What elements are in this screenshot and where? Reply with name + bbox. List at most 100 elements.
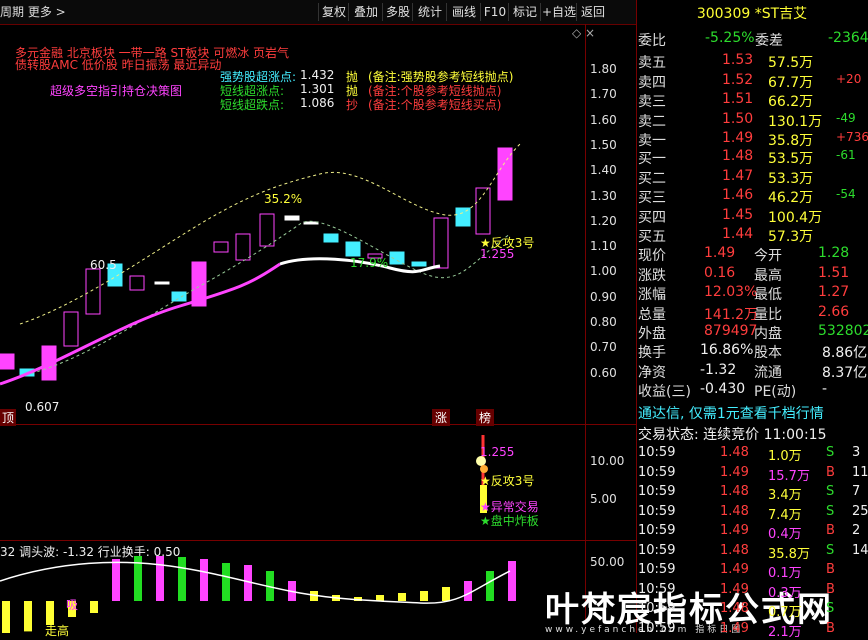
candle [154, 281, 170, 285]
oscillator-panel [0, 556, 516, 633]
stat-value: 8.86亿 [822, 345, 868, 361]
trade-price: 1.49 [720, 464, 749, 480]
trade-volume: 7.4万 [768, 507, 802, 523]
stat-value: 1.28 [818, 245, 850, 261]
buy-price: 1.45 [722, 206, 754, 223]
buy-volume: 53.3万 [768, 170, 814, 187]
price-axis-divider [585, 24, 586, 624]
sell-level-label: 卖一 [638, 133, 666, 149]
trade-side: B [826, 562, 835, 577]
sell-level-label: 卖三 [638, 94, 666, 110]
weibi-label: 委比 [638, 33, 666, 49]
pct-label: 17.9% [350, 256, 389, 270]
toolbar-button[interactable]: 画线 [446, 3, 481, 21]
trade-time: 10:59 [638, 542, 676, 558]
price-y-tick: 0.90 [590, 289, 617, 304]
price-y-tick: 1.80 [590, 62, 617, 76]
stat-value: 0.16 [704, 264, 736, 281]
candle [433, 217, 449, 269]
candle [323, 233, 339, 243]
star-icon: ★ [480, 514, 491, 528]
stat-label: 最低 [754, 287, 782, 303]
low-price-label: 0.607 [25, 400, 60, 414]
sell-volume: 130.1万 [768, 113, 823, 130]
price-y-tick: 1.00 [590, 264, 617, 279]
trade-side: B [826, 620, 835, 636]
trade-side: B [826, 581, 835, 597]
trade-side: S [826, 601, 835, 616]
weibi-value: -5.25% [705, 30, 755, 46]
trade-time: 10:59 [638, 523, 676, 538]
candle [497, 147, 513, 201]
signal-tag: 抄 [346, 98, 359, 112]
buy-price: 1.46 [722, 187, 754, 203]
stat-label: PE(动) [754, 384, 797, 400]
price-y-tick: 0.60 [590, 365, 617, 380]
buy-volume: 53.5万 [768, 151, 814, 167]
buy-price: 1.44 [722, 226, 754, 242]
signal-value: 1.086 [300, 96, 335, 110]
oscillator-bar [486, 571, 494, 601]
price-y-tick: 1.70 [590, 87, 617, 102]
toolbar-button[interactable]: 复权 [318, 3, 349, 21]
trade-side: S [826, 542, 835, 558]
toolbar-button[interactable]: +自选 [540, 3, 577, 21]
board-tag: 榜 [476, 409, 495, 426]
price-y-tick: 1.40 [590, 163, 617, 178]
oscillator-bar [508, 561, 516, 601]
trade-count: 25 [852, 503, 868, 519]
sell-change: +20 [836, 71, 862, 86]
stat-label: 收益(三) [638, 384, 691, 400]
price-y-tick: 1.10 [590, 239, 617, 254]
price-y-tick: 1.60 [590, 112, 617, 127]
stat-value: 879497 [704, 323, 758, 339]
trade-time: 10:59 [638, 464, 676, 480]
candle [85, 268, 101, 315]
toolbar-button[interactable]: 多股 [382, 3, 413, 21]
oscillator-bar [200, 559, 208, 601]
trade-side: S [826, 484, 835, 499]
period-more-menu[interactable]: 周期 更多 > [0, 3, 66, 20]
trade-count: 11 [852, 464, 868, 480]
stat-label: 涨跌 [638, 267, 666, 284]
signal-label: 走高 [45, 624, 70, 638]
trade-price: 1.49 [720, 562, 749, 577]
pct-label: 35.2% [264, 192, 303, 206]
candle [345, 241, 361, 257]
sell-price: 1.51 [722, 91, 754, 107]
trade-volume: 3.4万 [768, 488, 802, 503]
oscillator-bar [24, 601, 32, 632]
oscillator-bar [420, 591, 428, 601]
stat-label: 股本 [754, 345, 782, 361]
stat-label: 最高 [754, 267, 782, 284]
stat-value: - [822, 381, 828, 397]
toolbar-button[interactable]: 返回 [576, 3, 609, 21]
toolbar-button[interactable]: 叠加 [348, 3, 383, 21]
oscillator-bar [398, 593, 406, 601]
candle [0, 353, 15, 370]
stat-label: 今开 [754, 248, 782, 264]
stat-label: 流通 [754, 364, 782, 381]
stat-value: 1.27 [818, 284, 850, 300]
toolbar-button[interactable]: 标记 [508, 3, 541, 21]
buy-price: 1.48 [722, 148, 754, 164]
oscillator-bar [222, 563, 230, 601]
stat-label: 外盘 [638, 326, 666, 342]
oscillator-bar [112, 559, 120, 601]
oscillator-bar [442, 587, 450, 601]
toolbar-button[interactable]: 统计 [412, 3, 447, 21]
price-y-tick: 0.80 [590, 315, 617, 329]
trade-volume: 1.0万 [768, 449, 802, 464]
mid-y-tick: 5.00 [590, 492, 617, 506]
trade-price: 1.48 [720, 445, 749, 460]
buy-volume: 57.3万 [768, 229, 814, 245]
sell-price: 1.53 [722, 52, 754, 68]
stat-label: 总量 [638, 306, 666, 323]
trade-volume: 0.1万 [768, 566, 802, 581]
toolbar-button[interactable]: F10 [480, 3, 509, 21]
price-y-tick: 1.20 [590, 213, 617, 228]
trade-price: 1.48 [720, 542, 749, 558]
signal-note: (备注:个股参考短线买点) [368, 98, 502, 112]
weicha-value: -2364 [828, 30, 868, 46]
trade-time: 10:59 [638, 445, 676, 460]
